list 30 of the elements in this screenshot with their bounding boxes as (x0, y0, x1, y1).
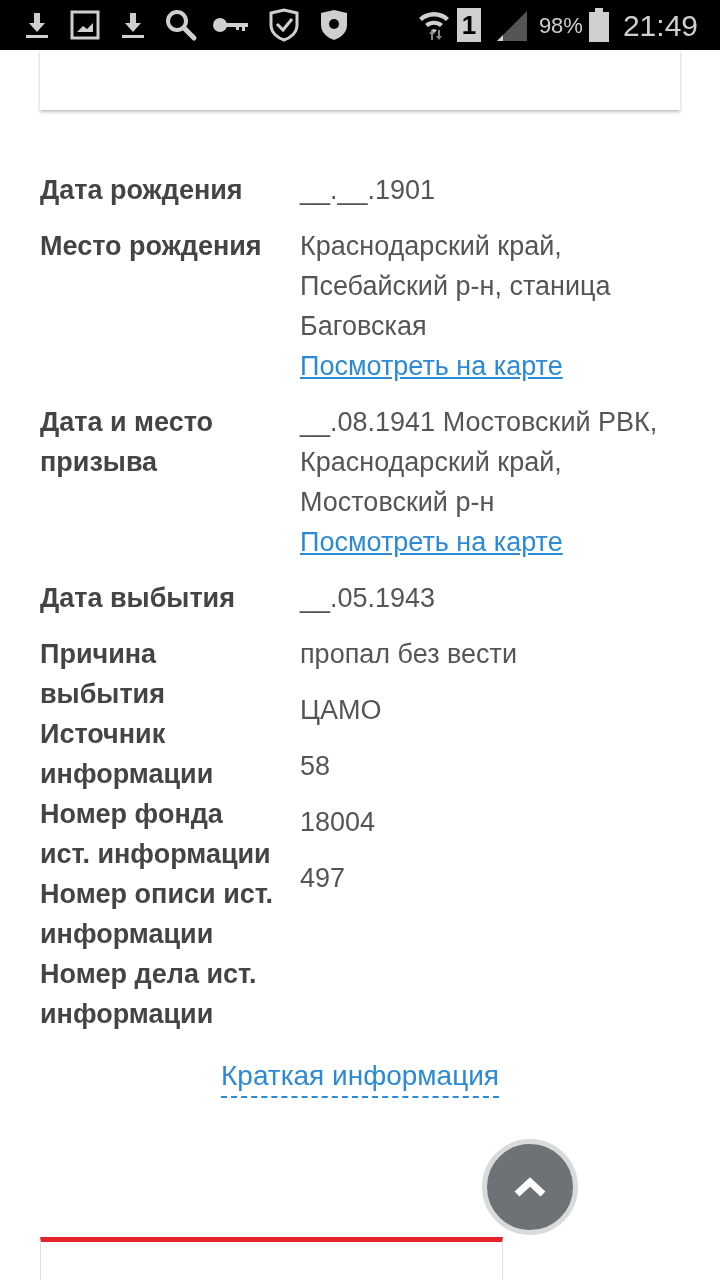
field-label: Номер фонда ист. информации (40, 798, 272, 871)
field-label: Причина выбытия (40, 638, 166, 711)
field-value: __.08.1941 Мостовский РВК, Краснодарский край, Мостовский р-н (300, 406, 659, 519)
map-link[interactable]: Посмотреть на карте (300, 522, 563, 562)
shield-check-icon (268, 8, 300, 42)
clock: 21:49 (622, 7, 698, 44)
field-label: Дата и место призыва (40, 406, 215, 479)
battery-percent: 98% (538, 11, 583, 40)
summary-link[interactable]: Краткая информация (221, 1058, 499, 1098)
field-label: Номер описи ист. информации (40, 878, 275, 951)
search-icon (164, 8, 198, 42)
field-value: __.__.1901 (300, 174, 437, 207)
field-value: пропал без вести (300, 638, 517, 671)
key-icon (212, 15, 250, 35)
field-value: 497 (300, 862, 347, 895)
field-label: Дата выбытия (40, 582, 236, 615)
field-label: Источник информации (40, 718, 215, 791)
chevron-up-icon (514, 1177, 546, 1197)
field-label: Номер дела ист. информации (40, 958, 258, 1031)
field-label: Дата рождения (40, 174, 244, 207)
image-icon (70, 10, 100, 40)
field-value: __.05.1943 (300, 582, 437, 615)
field-value: 58 (300, 750, 332, 783)
sim-card-icon: 1 (456, 8, 481, 42)
map-link[interactable]: Посмотреть на карте (300, 346, 563, 386)
battery-icon (588, 8, 609, 42)
field-label: Место рождения (40, 230, 263, 263)
field-value: ЦАМО (300, 694, 383, 727)
field-value: Краснодарский край, Псебайский р-н, станица Баговская (300, 230, 612, 343)
field-value: 18004 (300, 806, 377, 839)
